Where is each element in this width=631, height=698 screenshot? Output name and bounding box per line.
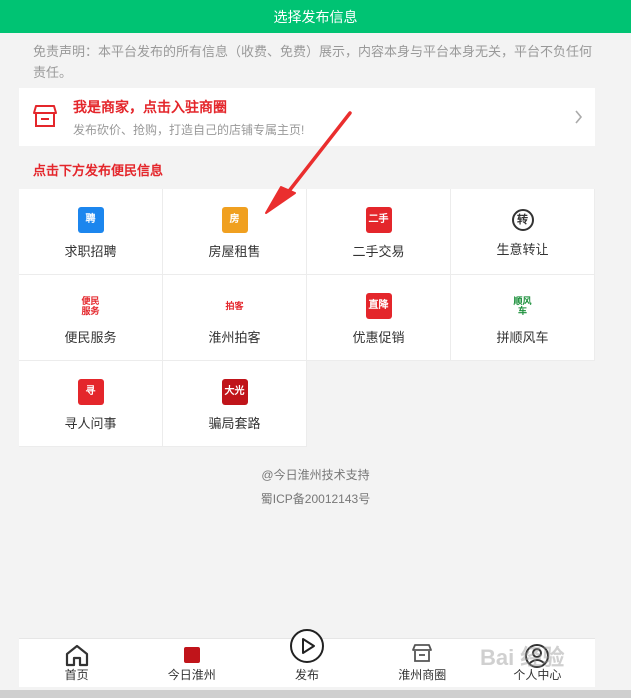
category-item-service[interactable]: 便民服务 便民服务	[19, 275, 163, 361]
tab-store[interactable]: 淮州商圈	[365, 639, 480, 687]
category-item-house[interactable]: 房房屋租售	[163, 189, 307, 275]
category-item-carpool[interactable]: 顺风车 拼顺风车	[451, 275, 595, 361]
publish-play-icon	[290, 629, 324, 663]
category-label: 求职招聘	[64, 244, 117, 259]
category-item-paike[interactable]: 拍客 淮州拍客	[163, 275, 307, 361]
disclaimer-text: 免责声明：本平台发布的所有信息（收费、免费）展示，内容本身与平台本身无关，平台不…	[33, 44, 593, 80]
category-label: 二手交易	[352, 244, 405, 259]
category-item-second-hand[interactable]: 二手 二手交易	[307, 189, 451, 275]
category-item-recruit[interactable]: 聘求职招聘	[19, 189, 163, 275]
section-title: 点击下方发布便民信息	[33, 163, 164, 178]
category-item-search-person[interactable]: 寻寻人问事	[19, 361, 163, 447]
promo-icon: 直降	[365, 293, 392, 319]
category-item-transfer[interactable]: 转生意转让	[451, 189, 595, 275]
top-bar: 选择发布信息	[0, 0, 631, 33]
category-label: 生意转让	[496, 242, 549, 257]
category-label: 优惠促销	[352, 330, 405, 345]
second-hand-icon: 二手	[365, 207, 392, 233]
category-label: 淮州拍客	[208, 330, 261, 345]
service-icon: 便民服务	[77, 293, 104, 319]
category-label: 房屋租售	[208, 244, 261, 259]
category-label: 拼顺风车	[496, 330, 549, 345]
scam-icon: 大光	[221, 379, 248, 405]
category-label: 骗局套路	[208, 416, 261, 431]
tab-home[interactable]: 首页	[19, 639, 134, 687]
merchant-subtitle: 发布砍价、抢购，打造自己的店铺专属主页!	[73, 123, 305, 137]
tab-publish[interactable]: 发布	[249, 629, 364, 687]
tab-news[interactable]: 今日淮州	[134, 639, 249, 687]
page-title: 选择发布信息	[273, 8, 358, 25]
tab-publish-label: 发布	[295, 668, 320, 682]
news-icon	[183, 647, 200, 663]
tab-home-label: 首页	[64, 668, 89, 682]
house-icon: 房	[221, 207, 248, 233]
merchant-join-banner[interactable]: 我是商家，点击入驻商圈 发布砍价、抢购，打造自己的店铺专属主页!	[19, 88, 595, 146]
recruit-icon: 聘	[77, 207, 104, 233]
transfer-icon: 转	[511, 209, 534, 231]
store-icon	[412, 644, 433, 662]
tech-support-text: @今日淮州技术支持	[261, 468, 370, 482]
empty-grid-slot	[451, 361, 595, 447]
category-item-scam[interactable]: 大光 骗局套路	[163, 361, 307, 447]
merchant-title: 我是商家，点击入驻商圈	[73, 99, 227, 115]
shop-icon	[33, 105, 57, 127]
category-item-promo[interactable]: 直降 优惠促销	[307, 275, 451, 361]
chevron-right-icon	[575, 110, 583, 124]
category-grid: 聘求职招聘房房屋租售 二手 二手交易转生意转让 便民服务 便民服务 拍客 淮州拍客 直降 优惠促…	[19, 189, 595, 447]
paike-icon: 拍客	[221, 293, 248, 319]
tab-store-label: 淮州商圈	[398, 668, 447, 682]
category-label: 寻人问事	[64, 416, 117, 431]
category-label: 便民服务	[64, 330, 117, 345]
carpool-icon: 顺风车	[509, 293, 536, 319]
tab-news-label: 今日淮州	[167, 668, 216, 682]
search-person-icon: 寻	[77, 379, 104, 405]
empty-grid-slot	[307, 361, 451, 447]
icp-number: 蜀ICP备20012143号	[260, 492, 371, 506]
baidu-watermark: Bai 经验	[480, 645, 565, 670]
bottom-strip	[0, 690, 631, 698]
home-icon	[65, 644, 88, 667]
